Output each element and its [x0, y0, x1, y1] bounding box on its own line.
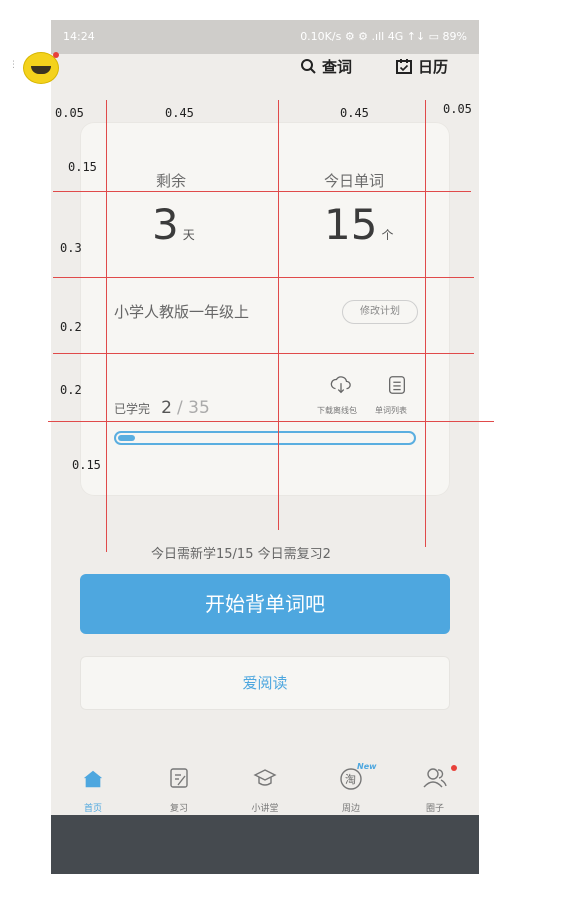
cloud-download-icon: [330, 376, 351, 394]
remaining-value: 3: [152, 200, 179, 249]
calendar-button[interactable]: 日历: [396, 56, 448, 77]
annotation-col-mid1: 0.45: [165, 106, 194, 120]
today-words-value: 15: [324, 200, 378, 249]
annotation-row4: 0.2: [60, 383, 82, 397]
new-badge: New: [357, 762, 377, 771]
annotation-row1: 0.15: [68, 160, 97, 174]
word-list-button[interactable]: 单词列表: [374, 374, 420, 415]
annotation-col-right: 0.05: [443, 102, 472, 116]
progress-bar: [114, 431, 416, 445]
plan-name: 小学人教版一年级上: [114, 303, 250, 321]
nav-lecture-label: 小讲堂: [251, 804, 279, 814]
annotation-vline-left: [106, 100, 107, 552]
search-label: 查词: [322, 58, 353, 76]
word-list-label: 单词列表: [375, 406, 407, 415]
total-value: / 35: [177, 398, 210, 418]
today-words-count: 15 个: [324, 200, 393, 249]
annotation-row2: 0.3: [60, 241, 82, 255]
people-icon: [423, 768, 447, 788]
taobao-glyph: 淘: [345, 773, 356, 786]
annotation-hline-4: [48, 421, 494, 422]
learned-label: 已学完: [114, 402, 151, 416]
nav-home-label: 首页: [83, 804, 102, 814]
search-icon: [301, 59, 316, 74]
annotation-vline-mid: [278, 100, 279, 530]
start-learning-button[interactable]: 开始背单词吧: [80, 574, 450, 634]
calendar-icon: [396, 59, 412, 74]
circle-notification-dot: [451, 765, 457, 771]
home-icon: [83, 770, 103, 788]
download-label: 下载离线包: [317, 406, 357, 415]
nav-circle-label: 圈子: [425, 804, 444, 814]
annotation-row5: 0.15: [72, 458, 101, 472]
review-icon: [170, 768, 188, 788]
annotation-hline-2: [53, 277, 474, 278]
download-offline-button[interactable]: 下载离线包: [317, 374, 368, 415]
search-button[interactable]: 查词: [300, 56, 352, 77]
progress-fill: [118, 435, 135, 441]
annotation-col-mid2: 0.45: [340, 106, 369, 120]
system-nav-bar: [51, 815, 479, 874]
status-indicators: 0.10K/s ⚙ ⚙ .ıll 4G ↑↓ ▭ 89%: [300, 30, 467, 43]
remaining-unit: 天: [182, 228, 195, 242]
calendar-label: 日历: [418, 58, 449, 76]
edit-plan-button[interactable]: 修改计划: [342, 300, 418, 324]
annotation-col-left: 0.05: [55, 106, 84, 120]
remaining-label: 剩余: [156, 172, 187, 190]
learned-count: 已学完 2 / 35: [114, 398, 210, 418]
learned-value: 2: [161, 398, 172, 418]
status-bar: 14:24 0.10K/s ⚙ ⚙ .ıll 4G ↑↓ ▭ 89%: [51, 20, 479, 54]
daily-summary: 今日需新学15/15 今日需复习2: [151, 547, 331, 562]
notification-dot: [53, 52, 59, 58]
status-time: 14:24: [63, 30, 95, 43]
bottom-nav: 首页 复习 小讲堂 淘 New 周边 圈子: [51, 752, 479, 814]
annotation-row3: 0.2: [60, 320, 82, 334]
annotation-vline-right: [425, 100, 426, 547]
annotation-hline-3: [53, 353, 474, 354]
nav-review-label: 复习: [169, 804, 188, 814]
nav-nearby-label: 周边: [341, 804, 360, 814]
today-words-label: 今日单词: [324, 172, 385, 190]
today-words-unit: 个: [381, 228, 394, 242]
annotation-hline-1: [53, 191, 471, 192]
overflow-dots-icon: ⋮: [9, 60, 18, 70]
graduation-cap-icon: [253, 769, 277, 786]
word-list-icon: [389, 376, 405, 394]
reading-button[interactable]: 爱阅读: [80, 656, 450, 710]
remaining-days: 3天: [152, 200, 195, 249]
